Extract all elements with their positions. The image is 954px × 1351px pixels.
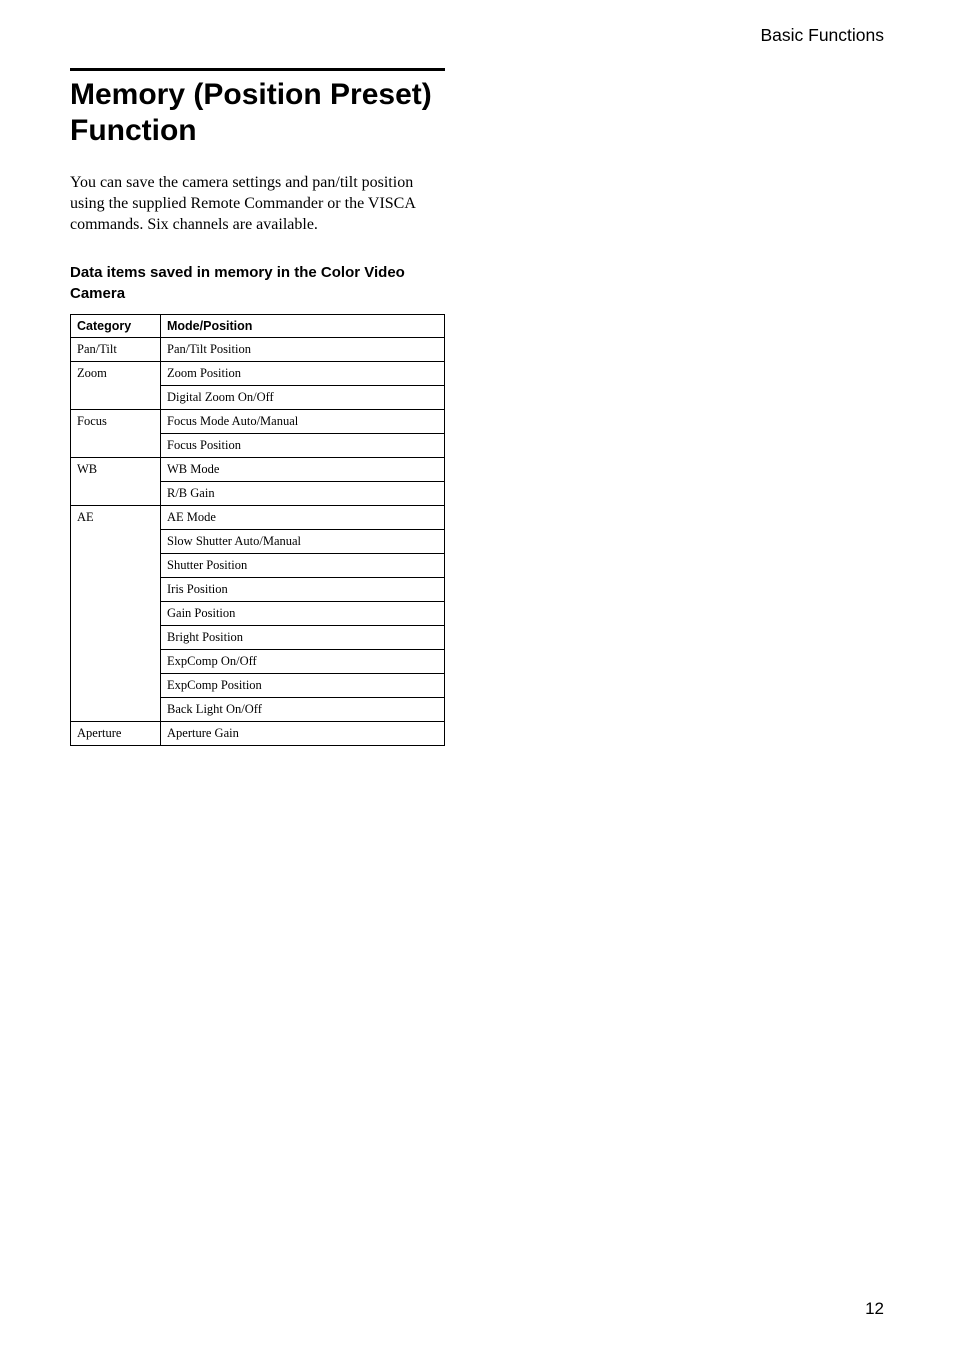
table-body: Pan/TiltPan/Tilt PositionZoomZoom Positi… bbox=[71, 337, 445, 745]
mode-cell: Iris Position bbox=[161, 577, 445, 601]
table-header-category: Category bbox=[71, 314, 161, 337]
category-cell: Focus bbox=[71, 409, 161, 457]
section-header-label: Basic Functions bbox=[70, 25, 884, 46]
mode-cell: Bright Position bbox=[161, 625, 445, 649]
mode-cell: R/B Gain bbox=[161, 481, 445, 505]
title-rule bbox=[70, 68, 445, 71]
mode-cell: Zoom Position bbox=[161, 361, 445, 385]
category-cell: Aperture bbox=[71, 721, 161, 745]
category-cell: Pan/Tilt bbox=[71, 337, 161, 361]
mode-cell: Digital Zoom On/Off bbox=[161, 385, 445, 409]
table-row: Pan/TiltPan/Tilt Position bbox=[71, 337, 445, 361]
page-title: Memory (Position Preset) Function bbox=[70, 77, 445, 149]
mode-cell: Back Light On/Off bbox=[161, 697, 445, 721]
category-cell: Zoom bbox=[71, 361, 161, 409]
mode-cell: Shutter Position bbox=[161, 553, 445, 577]
category-cell: WB bbox=[71, 457, 161, 505]
table-row: AEAE Mode bbox=[71, 505, 445, 529]
mode-cell: Gain Position bbox=[161, 601, 445, 625]
memory-table: Category Mode/Position Pan/TiltPan/Tilt … bbox=[70, 314, 445, 746]
mode-cell: AE Mode bbox=[161, 505, 445, 529]
mode-cell: Slow Shutter Auto/Manual bbox=[161, 529, 445, 553]
table-header-mode: Mode/Position bbox=[161, 314, 445, 337]
mode-cell: Pan/Tilt Position bbox=[161, 337, 445, 361]
mode-cell: ExpComp On/Off bbox=[161, 649, 445, 673]
mode-cell: Aperture Gain bbox=[161, 721, 445, 745]
mode-cell: Focus Mode Auto/Manual bbox=[161, 409, 445, 433]
category-cell: AE bbox=[71, 505, 161, 721]
table-row: ZoomZoom Position bbox=[71, 361, 445, 385]
mode-cell: WB Mode bbox=[161, 457, 445, 481]
page-number: 12 bbox=[865, 1299, 884, 1319]
intro-paragraph: You can save the camera settings and pan… bbox=[70, 173, 450, 235]
mode-cell: ExpComp Position bbox=[161, 673, 445, 697]
table-header-row: Category Mode/Position bbox=[71, 314, 445, 337]
table-row: ApertureAperture Gain bbox=[71, 721, 445, 745]
table-subheading: Data items saved in memory in the Color … bbox=[70, 263, 450, 304]
table-row: FocusFocus Mode Auto/Manual bbox=[71, 409, 445, 433]
mode-cell: Focus Position bbox=[161, 433, 445, 457]
table-row: WBWB Mode bbox=[71, 457, 445, 481]
